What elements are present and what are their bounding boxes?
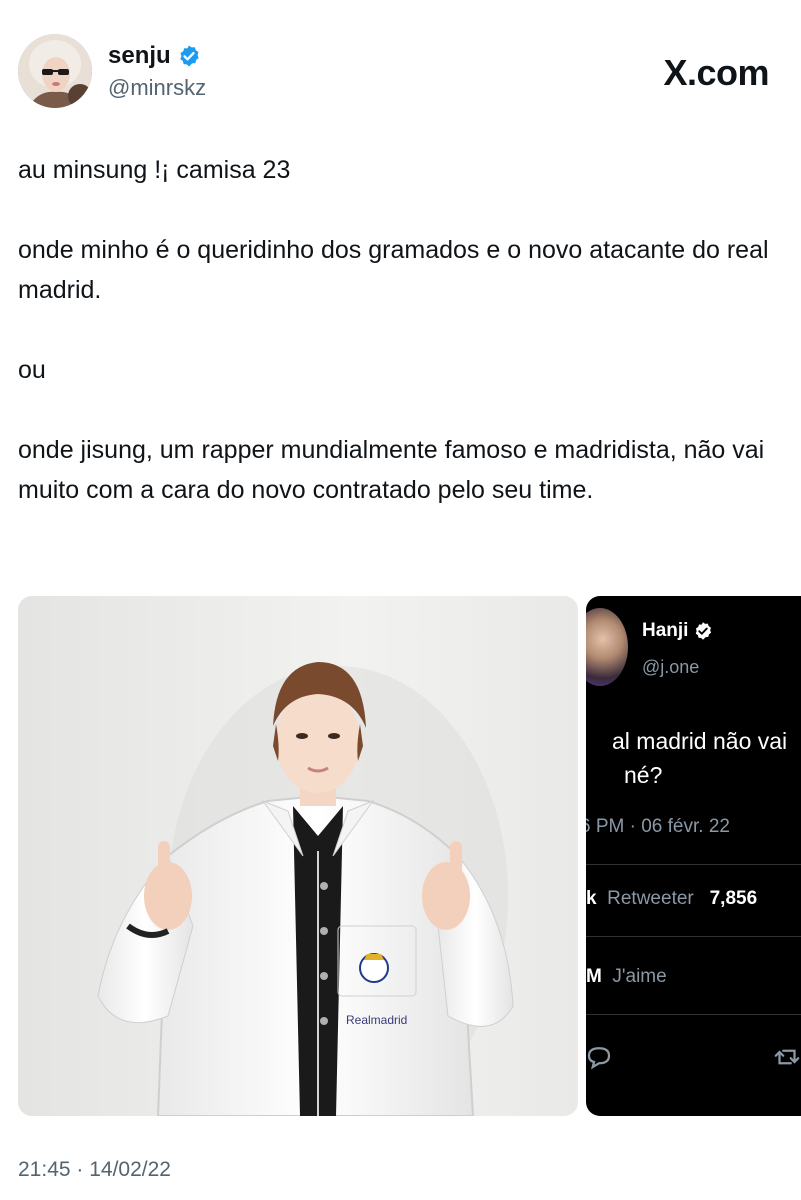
embedded-divider bbox=[586, 1014, 801, 1015]
x-brand-logo: X.com bbox=[663, 52, 769, 93]
retweet-icon bbox=[774, 1049, 800, 1065]
embedded-text-line-2: né? bbox=[624, 762, 663, 788]
tweet-timestamp[interactable]: 21:45 · 14/02/22 bbox=[18, 1158, 171, 1182]
photo-illustration: Realmadrid bbox=[18, 596, 578, 1116]
embedded-retweet-stat: k Retweeter 7,856 bbox=[586, 888, 757, 910]
embedded-display-name: Hanji bbox=[642, 620, 689, 641]
embedded-like-prefix: M bbox=[586, 966, 602, 987]
embedded-like-label: J'aime bbox=[612, 966, 667, 987]
embedded-text-line-1: al madrid não vai bbox=[612, 728, 788, 754]
author-name-row: senju bbox=[108, 42, 201, 70]
reply-icon bbox=[587, 1047, 611, 1070]
embedded-divider bbox=[586, 936, 801, 937]
author-avatar[interactable] bbox=[18, 34, 92, 108]
tweet-text: au minsung !¡ camisa 23 onde minho é o q… bbox=[18, 150, 778, 510]
shirt-logo-text: Realmadrid bbox=[346, 1013, 407, 1027]
avatar-portrait bbox=[18, 34, 92, 108]
embedded-like-stat: M J'aime bbox=[586, 966, 667, 988]
tweet-paragraph: onde jisung, um rapper mundialmente famo… bbox=[18, 436, 765, 504]
author-handle[interactable]: @minrskz bbox=[108, 75, 206, 101]
author-display-name[interactable]: senju bbox=[108, 42, 171, 70]
tweet-photo[interactable]: Realmadrid bbox=[18, 596, 578, 1116]
tweet-paragraph: au minsung !¡ camisa 23 bbox=[18, 156, 291, 184]
embedded-retweet-label: Retweeter bbox=[607, 888, 694, 909]
tweet-paragraph: ou bbox=[18, 356, 46, 384]
embedded-retweet-prefix: k bbox=[586, 888, 597, 909]
tweet-paragraph: onde minho é o queridinho dos gramados e… bbox=[18, 236, 769, 304]
embedded-divider bbox=[586, 864, 801, 865]
tweet-screenshot-image[interactable]: Hanji @j.one al madrid não vai né? 6 PM … bbox=[586, 596, 801, 1116]
embedded-timestamp: 6 PM · 06 févr. 22 bbox=[586, 816, 730, 837]
embedded-name-row: Hanji bbox=[642, 620, 713, 642]
embedded-handle: @j.one bbox=[642, 657, 700, 677]
embedded-retweet-count: 7,856 bbox=[709, 888, 758, 909]
embedded-avatar bbox=[586, 608, 628, 686]
embedded-verified-icon bbox=[696, 622, 712, 640]
verified-badge-icon bbox=[179, 45, 199, 67]
